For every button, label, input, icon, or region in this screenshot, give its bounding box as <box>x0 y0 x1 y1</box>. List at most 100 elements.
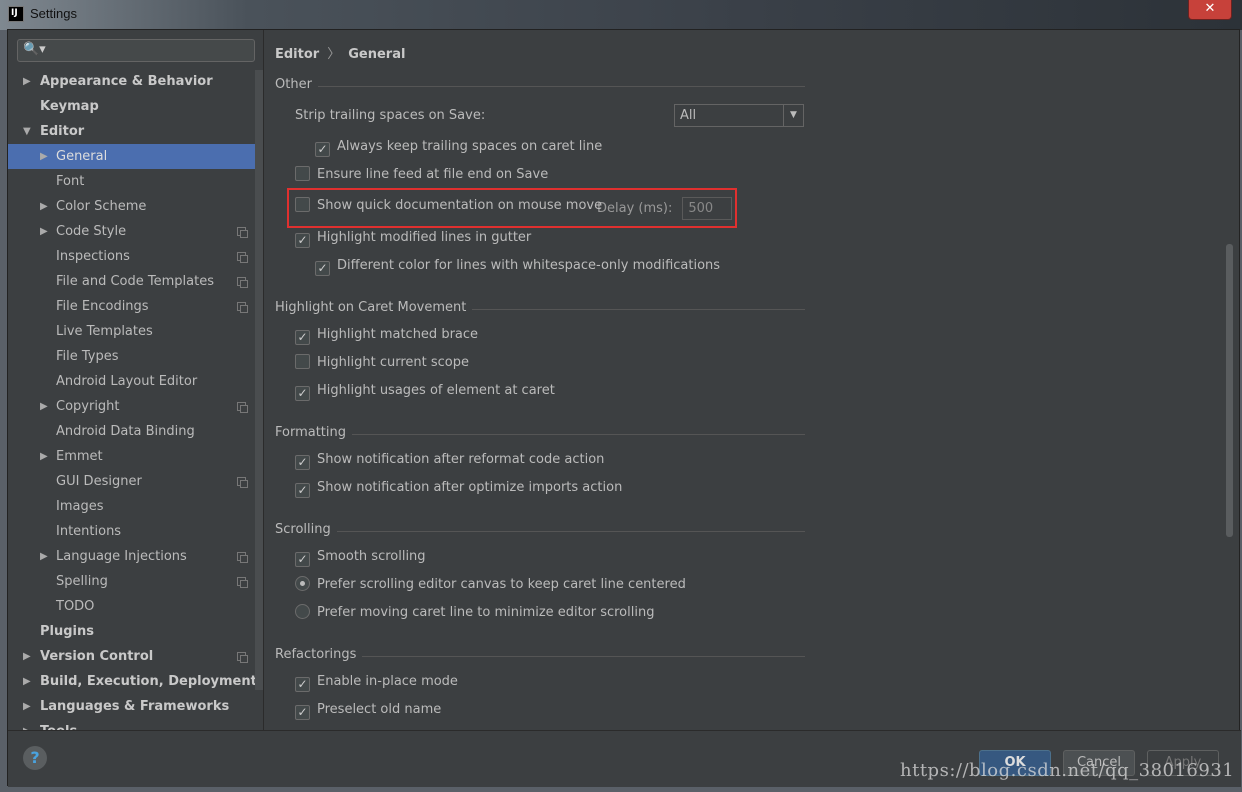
tree-item-label: Live Templates <box>56 324 153 339</box>
checkbox-checked-icon[interactable]: ✓ <box>295 677 310 692</box>
collapsed-arrow-icon[interactable]: ▶ <box>40 194 48 219</box>
tree-item[interactable]: Plugins <box>8 619 263 644</box>
checkbox-option[interactable]: ✓ Highlight modified lines in gutter <box>295 228 531 248</box>
tree-item[interactable]: ▶ Appearance & Behavior <box>8 69 263 94</box>
option-label: Show quick documentation on mouse move <box>317 198 603 213</box>
checkbox-checked-icon[interactable]: ✓ <box>295 233 310 248</box>
window-title: Settings <box>30 6 77 21</box>
tree-item[interactable]: Live Templates <box>8 319 263 344</box>
radio-option[interactable]: Prefer moving caret line to minimize edi… <box>295 603 654 623</box>
tree-item-label: Images <box>56 499 104 514</box>
collapsed-arrow-icon[interactable]: ▶ <box>23 694 31 719</box>
checkbox-option[interactable]: Ensure line feed at file end on Save <box>295 165 548 185</box>
tree-item[interactable]: ▶ Code Style <box>8 219 263 244</box>
checkbox-icon[interactable] <box>295 354 310 369</box>
tree-item[interactable]: Android Layout Editor <box>8 369 263 394</box>
collapsed-arrow-icon[interactable]: ▶ <box>23 669 31 694</box>
strip-select[interactable]: All ▼ <box>674 104 804 127</box>
option-label: Preselect old name <box>317 702 442 717</box>
tree-item-label: General <box>56 149 108 164</box>
checkbox-option[interactable]: ✓ Show notification after optimize import… <box>295 478 622 498</box>
checkbox-icon[interactable] <box>295 197 310 212</box>
option-label: Always keep trailing spaces on caret lin… <box>337 139 603 154</box>
checkbox-option[interactable]: ✓ Show notification after reformat code a… <box>295 450 604 470</box>
collapsed-arrow-icon[interactable]: ▶ <box>23 644 31 669</box>
collapsed-arrow-icon[interactable]: ▶ <box>40 219 48 244</box>
checkbox-checked-icon[interactable]: ✓ <box>295 455 310 470</box>
project-settings-icon <box>237 402 248 413</box>
checkbox-option[interactable]: ✓ Enable in-place mode <box>295 672 458 692</box>
checkbox-option[interactable]: ✓ Highlight usages of element at caret <box>295 381 555 401</box>
checkbox-checked-icon[interactable]: ✓ <box>315 142 330 157</box>
tree-item[interactable]: Android Data Binding <box>8 419 263 444</box>
radio-option[interactable]: Prefer scrolling editor canvas to keep c… <box>295 575 686 595</box>
tree-item[interactable]: Intentions <box>8 519 263 544</box>
tree-item[interactable]: TODO <box>8 594 263 619</box>
tree-item-label: Editor <box>40 124 85 139</box>
section-other: Other <box>275 77 805 93</box>
tree-item[interactable]: Inspections <box>8 244 263 269</box>
tree-item[interactable]: Spelling <box>8 569 263 594</box>
collapsed-arrow-icon[interactable]: ▶ <box>40 544 48 569</box>
project-settings-icon <box>237 302 248 313</box>
tree-item[interactable]: ▶ Build, Execution, Deployment <box>8 669 263 694</box>
checkbox-option[interactable]: ✓ Different color for lines with whitespa… <box>315 256 720 276</box>
project-settings-icon <box>237 552 248 563</box>
expanded-arrow-icon[interactable]: ▼ <box>23 119 31 144</box>
collapsed-arrow-icon[interactable]: ▶ <box>23 719 31 730</box>
collapsed-arrow-icon[interactable]: ▶ <box>23 69 31 94</box>
checkbox-option[interactable]: Show quick documentation on mouse move <box>295 196 602 216</box>
tree-item[interactable]: ▶ Version Control <box>8 644 263 669</box>
tree-item[interactable]: Font <box>8 169 263 194</box>
tree-item-label: Language Injections <box>56 549 187 564</box>
tree-item[interactable]: Images <box>8 494 263 519</box>
tree-item[interactable]: ▶ Languages & Frameworks <box>8 694 263 719</box>
section-scrolling: Scrolling <box>275 522 805 538</box>
tree-item[interactable]: Keymap <box>8 94 263 119</box>
checkbox-checked-icon[interactable]: ✓ <box>315 261 330 276</box>
search-input[interactable]: 🔍▾ <box>17 39 255 62</box>
checkbox-checked-icon[interactable]: ✓ <box>295 483 310 498</box>
tree-item-label: Plugins <box>40 624 94 639</box>
tree-item[interactable]: ▶ Copyright <box>8 394 263 419</box>
option-label: Highlight usages of element at caret <box>317 383 555 398</box>
checkbox-checked-icon[interactable]: ✓ <box>295 330 310 345</box>
tree-item[interactable]: ▶ Emmet <box>8 444 263 469</box>
checkbox-checked-icon[interactable]: ✓ <box>295 705 310 720</box>
content-scrollbar[interactable] <box>1226 244 1233 537</box>
checkbox-checked-icon[interactable]: ✓ <box>295 386 310 401</box>
help-button[interactable]: ? <box>23 746 47 770</box>
tree-item[interactable]: ▼ Editor <box>8 119 263 144</box>
tree-item[interactable]: File and Code Templates <box>8 269 263 294</box>
checkbox-option[interactable]: ✓ Preselect old name <box>295 700 441 720</box>
checkbox-option[interactable]: ✓ Always keep trailing spaces on caret li… <box>315 137 602 157</box>
checkbox-icon[interactable] <box>295 166 310 181</box>
checkbox-option[interactable]: Highlight current scope <box>295 353 469 373</box>
tree-item[interactable]: File Types <box>8 344 263 369</box>
checkbox-option[interactable]: ✓ Highlight matched brace <box>295 325 478 345</box>
radio-selected-icon[interactable] <box>295 576 310 591</box>
tree-item[interactable]: File Encodings <box>8 294 263 319</box>
tree-item-label: Keymap <box>40 99 99 114</box>
checkbox-option[interactable]: ✓ Smooth scrolling <box>295 547 426 567</box>
tree-item-label: Appearance & Behavior <box>40 74 213 89</box>
tree-item[interactable]: ▶ Tools <box>8 719 263 730</box>
collapsed-arrow-icon[interactable]: ▶ <box>40 394 48 419</box>
tree-item[interactable]: ▶ Language Injections <box>8 544 263 569</box>
breadcrumb-parent[interactable]: Editor <box>275 47 319 62</box>
radio-icon[interactable] <box>295 604 310 619</box>
project-settings-icon <box>237 227 248 238</box>
close-button[interactable]: ✕ <box>1188 0 1232 20</box>
collapsed-arrow-icon[interactable]: ▶ <box>40 444 48 469</box>
checkbox-checked-icon[interactable]: ✓ <box>295 552 310 567</box>
breadcrumb-current: General <box>348 47 406 62</box>
sidebar-scrollbar[interactable] <box>255 70 263 690</box>
tree-item[interactable]: GUI Designer <box>8 469 263 494</box>
tree-item[interactable]: ▶ Color Scheme <box>8 194 263 219</box>
tree-item-label: Android Data Binding <box>56 424 195 439</box>
collapsed-arrow-icon[interactable]: ▶ <box>40 144 48 169</box>
tree-item[interactable]: ▶ General <box>8 144 263 169</box>
option-label: Ensure line feed at file end on Save <box>317 167 549 182</box>
delay-input[interactable]: 500 <box>682 197 733 220</box>
option-label: Enable in-place mode <box>317 674 458 689</box>
